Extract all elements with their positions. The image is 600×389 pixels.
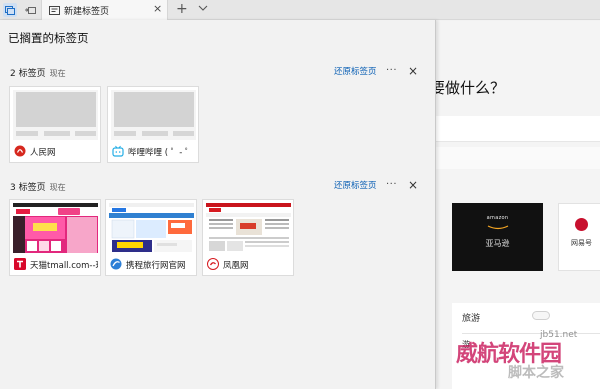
tab-new-tab[interactable]: 新建标签页 × <box>41 0 168 20</box>
thumbnail-placeholder <box>16 131 38 136</box>
search-input[interactable] <box>436 116 600 142</box>
people-daily-icon <box>14 145 26 157</box>
ctrip-icon <box>110 258 122 270</box>
thumbnail-placeholder <box>114 131 136 136</box>
more-options-icon[interactable]: ··· <box>386 180 397 190</box>
more-options-icon[interactable]: ··· <box>386 66 397 76</box>
top-site-netease[interactable]: 网易号 <box>558 203 600 271</box>
news-toggle[interactable] <box>532 311 550 320</box>
close-group-icon[interactable]: × <box>408 179 418 191</box>
page-strip <box>436 147 600 169</box>
tab-card[interactable]: 携程旅行网官网 <box>105 199 197 276</box>
restore-tabs-button[interactable]: 还原标签页 <box>334 179 377 191</box>
news-section-title: 旅游 <box>462 314 481 324</box>
thumbnail-placeholder <box>173 131 194 136</box>
new-tab-button[interactable]: + <box>176 1 188 17</box>
group-header: 3 标签页 现在 <box>10 180 66 193</box>
thumbnail-placeholder <box>16 92 96 127</box>
bilibili-icon <box>112 145 124 157</box>
group-header: 2 标签页 现在 <box>10 66 66 79</box>
close-group-icon[interactable]: × <box>408 65 418 77</box>
group-count: 2 标签页 <box>10 69 46 79</box>
tab-card-label: 人民网 <box>30 148 56 158</box>
amazon-logo: amazon <box>486 215 509 221</box>
tab-card[interactable]: 哔哩哔哩 ( ゜- ゜ <box>107 86 199 163</box>
ifeng-icon <box>207 258 219 270</box>
tabs-aside-icon[interactable] <box>3 3 17 17</box>
set-tabs-aside-icon[interactable] <box>23 3 37 17</box>
tab-card-footer: 人民网 <box>10 142 100 162</box>
close-tab-icon[interactable]: × <box>153 3 162 15</box>
thumbnail-placeholder <box>75 131 96 136</box>
tab-card-footer: 携程旅行网官网 <box>106 255 196 275</box>
chevron-down-icon[interactable] <box>198 5 208 15</box>
top-site-label: 亚马逊 <box>485 239 510 248</box>
thumbnail-placeholder <box>142 131 168 136</box>
group-count: 3 标签页 <box>10 183 46 193</box>
tab-bar: 新建标签页 × + <box>0 0 600 20</box>
tab-thumbnail <box>13 90 98 140</box>
ifeng-screenshot <box>206 203 291 251</box>
tab-card-label: 哔哩哔哩 ( ゜- ゜ <box>128 148 194 158</box>
top-site-amazon[interactable]: amazon 亚马逊 <box>452 203 543 271</box>
tab-card[interactable]: 天猫tmall.com--理想生活上天猫 <box>9 199 101 276</box>
tmall-screenshot <box>13 203 98 253</box>
tab-card[interactable]: 人民网 <box>9 86 101 163</box>
netease-icon <box>575 218 588 231</box>
thumbnail-placeholder <box>114 92 194 127</box>
tabs-aside-panel: 已搁置的标签页 2 标签页 现在 还原标签页 ··· × 人民网 哔哩哔哩 (… <box>0 20 436 389</box>
tab-card-footer: 哔哩哔哩 ( ゜- ゜ <box>108 142 198 162</box>
amazon-smile-icon <box>452 223 543 233</box>
tab-card-footer: 凤凰网 <box>203 255 293 275</box>
tab-thumbnail <box>109 203 194 253</box>
tab-title: 新建标签页 <box>64 7 110 17</box>
page-question: 要做什么？ <box>430 79 506 97</box>
divider <box>462 333 600 334</box>
tab-card[interactable]: 凤凰网 <box>202 199 294 276</box>
tab-thumbnail <box>206 203 291 253</box>
panel-title: 已搁置的标签页 <box>8 31 89 45</box>
ctrip-screenshot <box>109 203 194 252</box>
watermark-sub: 脚本之家 <box>508 365 564 381</box>
top-site-label: 网易号 <box>571 239 592 247</box>
tab-thumbnail <box>13 203 98 253</box>
tab-page-icon <box>47 3 61 17</box>
restore-tabs-button[interactable]: 还原标签页 <box>334 65 377 77</box>
thumbnail-placeholder <box>44 131 70 136</box>
group-time: 现在 <box>49 69 66 78</box>
tab-card-label: 天猫tmall.com--理想生活上天猫 <box>30 261 98 271</box>
tmall-icon <box>14 258 26 270</box>
tab-thumbnail <box>111 90 196 140</box>
tab-card-label: 携程旅行网官网 <box>126 261 186 271</box>
tab-card-footer: 天猫tmall.com--理想生活上天猫 <box>10 255 100 275</box>
group-time: 现在 <box>49 183 66 192</box>
tab-card-label: 凤凰网 <box>223 261 249 271</box>
